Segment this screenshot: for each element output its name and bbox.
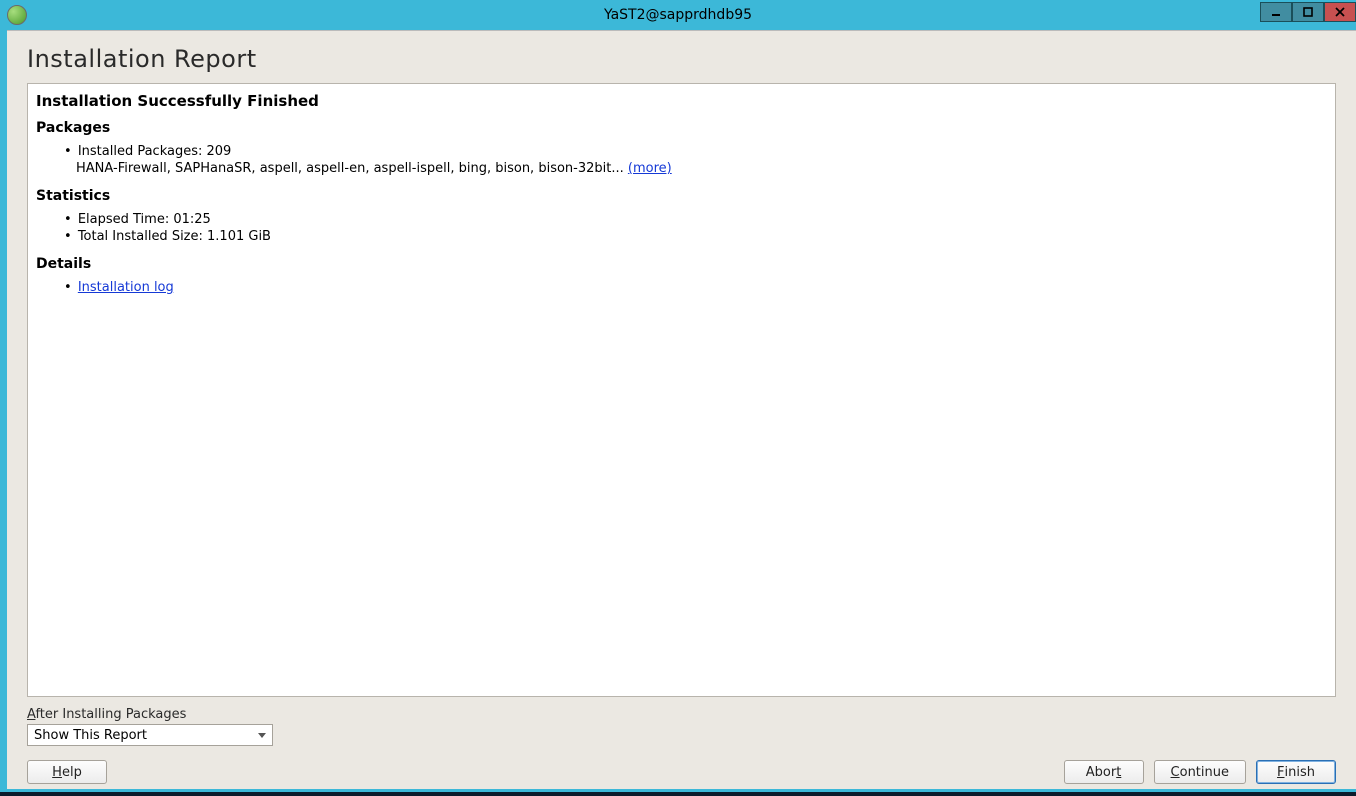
statistics-heading: Statistics	[36, 188, 1327, 204]
after-installing-dropdown[interactable]: Show This Report	[27, 724, 273, 746]
packages-heading: Packages	[36, 120, 1327, 136]
window-controls	[1260, 0, 1356, 30]
more-packages-link[interactable]: (more)	[628, 161, 672, 176]
after-installing-label: After Installing Packages	[27, 707, 1336, 722]
status-heading: Installation Successfully Finished	[36, 92, 1327, 110]
taskbar-stub	[0, 792, 1356, 796]
installation-log-item: Installation log	[76, 280, 1327, 297]
window-body: Installation Report Installation Success…	[7, 30, 1356, 789]
yast-app-icon	[7, 5, 27, 25]
continue-button[interactable]: Continue	[1154, 760, 1246, 784]
maximize-button[interactable]	[1292, 2, 1324, 22]
window-titlebar: YaST2@sapprdhdb95	[0, 0, 1356, 30]
elapsed-time: Elapsed Time: 01:25	[76, 212, 1327, 229]
installed-packages-sample: HANA-Firewall, SAPHanaSR, aspell, aspell…	[76, 161, 1327, 178]
package-names: HANA-Firewall, SAPHanaSR, aspell, aspell…	[76, 161, 628, 176]
page-title: Installation Report	[27, 45, 1336, 73]
total-installed-size: Total Installed Size: 1.101 GiB	[76, 229, 1327, 246]
abort-button[interactable]: Abort	[1064, 760, 1144, 784]
installed-count-text: Installed Packages: 209	[78, 144, 232, 159]
help-button[interactable]: Help	[27, 760, 107, 784]
packages-list: Installed Packages: 209 HANA-Firewall, S…	[36, 144, 1327, 178]
button-row: Help Abort Continue Finish	[27, 760, 1336, 784]
close-button[interactable]	[1324, 2, 1356, 22]
after-label-text: fter Installing Packages	[35, 707, 186, 722]
chevron-down-icon	[258, 733, 266, 738]
installation-log-link[interactable]: Installation log	[78, 280, 174, 295]
window-title: YaST2@sapprdhdb95	[604, 7, 752, 23]
installed-packages-count: Installed Packages: 209 HANA-Firewall, S…	[76, 144, 1327, 178]
details-heading: Details	[36, 256, 1327, 272]
right-buttons: Abort Continue Finish	[1064, 760, 1336, 784]
minimize-button[interactable]	[1260, 2, 1292, 22]
installation-report-panel: Installation Successfully Finished Packa…	[27, 83, 1336, 697]
finish-button[interactable]: Finish	[1256, 760, 1336, 784]
statistics-list: Elapsed Time: 01:25 Total Installed Size…	[36, 212, 1327, 246]
after-installing-selected: Show This Report	[34, 728, 147, 743]
details-list: Installation log	[36, 280, 1327, 297]
